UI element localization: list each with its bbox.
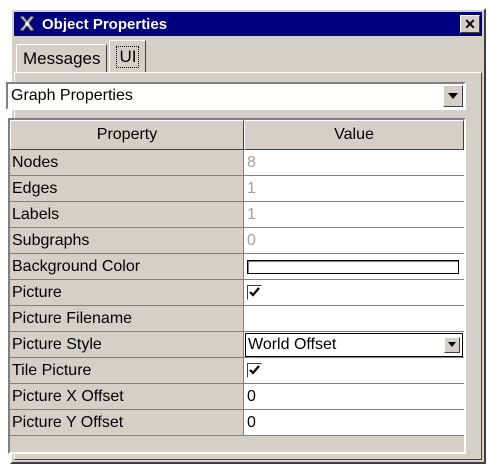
background-color-cell[interactable]	[244, 254, 464, 280]
title-bar[interactable]: Object Properties ✕	[14, 12, 482, 36]
object-properties-icon	[16, 13, 38, 35]
tile-picture-checkbox[interactable]	[247, 363, 262, 378]
property-name: Subgraphs	[10, 228, 244, 254]
table-row: Picture	[10, 280, 464, 306]
tile-picture-value-cell	[244, 358, 464, 384]
property-name: Background Color	[10, 254, 244, 280]
property-name: Tile Picture	[10, 358, 244, 384]
property-name: Picture Y Offset	[10, 410, 244, 436]
table-row: Tile Picture	[10, 358, 464, 384]
dropdown-selected-value: Graph Properties	[11, 87, 133, 104]
picture-checkbox[interactable]	[247, 285, 262, 300]
tab-messages[interactable]: Messages	[16, 44, 108, 72]
checkmark-icon	[249, 365, 260, 375]
property-value: 8	[244, 150, 464, 176]
property-name: Picture Style	[10, 332, 244, 358]
table-row: Subgraphs 0	[10, 228, 464, 254]
tab-strip: Messages UI	[16, 40, 148, 72]
property-name: Nodes	[10, 150, 244, 176]
color-swatch[interactable]	[247, 259, 459, 274]
picture-y-offset-field[interactable]: 0	[244, 410, 464, 436]
close-icon: ✕	[464, 16, 476, 32]
picture-style-select[interactable]: World Offset	[245, 332, 463, 357]
picture-value-cell	[244, 280, 464, 306]
dropdown-button[interactable]	[443, 85, 463, 107]
property-name: Edges	[10, 176, 244, 202]
value-column-header[interactable]: Value	[244, 120, 464, 150]
property-value: 1	[244, 202, 464, 228]
table-row: Nodes 8	[10, 150, 464, 176]
chevron-down-icon	[448, 93, 458, 99]
close-button[interactable]: ✕	[460, 15, 480, 33]
tab-messages-label: Messages	[23, 48, 101, 68]
picture-style-value: World Offset	[248, 335, 337, 353]
table-header: Property Value	[10, 120, 464, 150]
table-row: Edges 1	[10, 176, 464, 202]
table-row: Picture X Offset 0	[10, 384, 464, 410]
table-row: Labels 1	[10, 202, 464, 228]
property-value: 0	[244, 228, 464, 254]
object-type-dropdown[interactable]: Graph Properties	[6, 82, 466, 110]
property-name: Labels	[10, 202, 244, 228]
checkmark-icon	[249, 287, 260, 297]
picture-filename-field[interactable]	[244, 306, 464, 332]
table-row: Picture Filename	[10, 306, 464, 332]
chevron-down-icon	[448, 342, 456, 347]
property-name: Picture	[10, 280, 244, 306]
table-row: Picture Style World Offset	[10, 332, 464, 358]
properties-table: Property Value Nodes 8 Edges 1 Labels 1 …	[8, 118, 466, 454]
property-value: 1	[244, 176, 464, 202]
picture-style-dropdown-button[interactable]	[444, 336, 460, 353]
table-row: Picture Y Offset 0	[10, 410, 464, 436]
table-row: Background Color	[10, 254, 464, 280]
window-title: Object Properties	[42, 15, 168, 33]
property-name: Picture Filename	[10, 306, 244, 332]
property-name: Picture X Offset	[10, 384, 244, 410]
picture-x-offset-field[interactable]: 0	[244, 384, 464, 410]
tab-ui[interactable]: UI	[109, 40, 147, 72]
picture-style-cell: World Offset	[244, 332, 464, 358]
tab-ui-label: UI	[116, 45, 140, 68]
property-column-header[interactable]: Property	[10, 120, 244, 150]
app-window: Object Properties ✕ Messages UI Graph Pr…	[0, 0, 488, 465]
